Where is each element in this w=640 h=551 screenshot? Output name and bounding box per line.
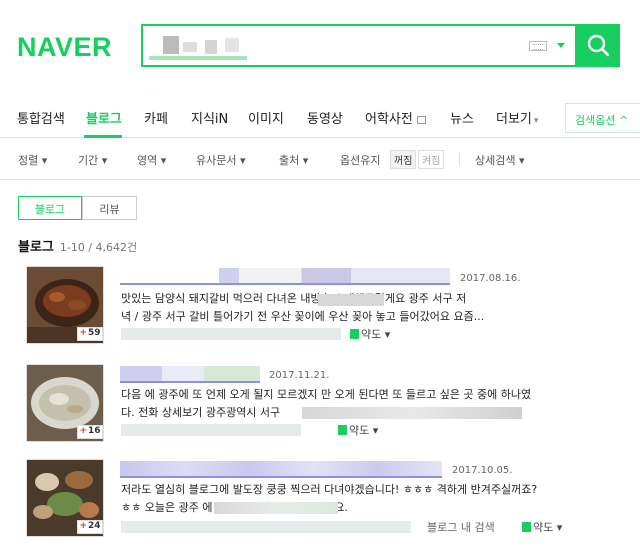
map-link[interactable]: 약도 ▾	[338, 422, 378, 438]
tab-more-label: 더보기	[496, 112, 532, 127]
blurred-text	[318, 294, 384, 306]
post-date: 2017.10.05.	[452, 465, 513, 476]
image-count: 24	[88, 521, 101, 531]
filter-period[interactable]: 기간 ▾	[78, 152, 107, 168]
map-label: 약도 ▾	[533, 521, 563, 534]
tab-more[interactable]: 더보기 ▾	[496, 108, 538, 127]
blurred-query-text	[183, 42, 197, 52]
filter-area[interactable]: 영역 ▾	[137, 152, 166, 168]
thumbnail[interactable]: +24	[26, 459, 104, 537]
divider	[459, 153, 460, 165]
post-date: 2017.08.16.	[460, 273, 521, 284]
header: NAVER	[0, 0, 640, 92]
results-count: 1-10 / 4,642건	[59, 241, 138, 254]
tab-dictionary[interactable]: 어학사전	[365, 108, 426, 127]
thumbnail[interactable]: +59	[26, 266, 104, 344]
blog-search-link[interactable]: 블로그 내 검색	[427, 519, 495, 535]
title-link-blurred[interactable]	[120, 366, 260, 382]
option-keep-on[interactable]: 켜짐	[418, 150, 445, 169]
snippet-line-1: 다음 에 광주에 또 언제 오게 될지 모르겠지 만 오게 된다면 또 들르고 …	[121, 388, 532, 401]
tab-integrated[interactable]: 통합검색	[17, 108, 65, 127]
snippet-line-2: ㅎㅎ 오늘은 광주 에 다녀온 이야기를 해볼까해요.	[121, 501, 348, 514]
blurred-query-text	[205, 40, 217, 54]
title-underline	[120, 381, 260, 383]
list-item: +24 2017.10.05. 저라도 열심히 블로그에 발도장 쿵쿵 찍으러 …	[0, 459, 640, 543]
image-count-badge: +59	[77, 327, 103, 341]
title-link-blurred[interactable]	[120, 268, 450, 284]
filter-source[interactable]: 출처 ▾	[279, 152, 308, 168]
map-icon	[522, 522, 531, 532]
image-count: 16	[88, 426, 101, 436]
naver-logo[interactable]: NAVER	[17, 32, 112, 63]
tab-news[interactable]: 뉴스	[450, 108, 474, 127]
active-tab-indicator	[84, 135, 122, 138]
thumbnail[interactable]: +16	[26, 364, 104, 442]
search-options-button[interactable]: 검색옵션 ^	[565, 103, 640, 133]
image-count-badge: +16	[77, 425, 103, 439]
blurred-text	[214, 502, 338, 514]
results-header: 블로그 1-10 / 4,642건	[18, 236, 137, 255]
image-count-badge: +24	[77, 520, 103, 534]
snippet-line-1: 저라도 열심히 블로그에 발도장 쿵쿵 찍으러 다녀야겠습니다! ㅎㅎㅎ 격하게…	[121, 483, 538, 496]
chevron-down-icon: ▾	[533, 116, 539, 126]
tab-video[interactable]: 동영상	[307, 108, 343, 127]
blurred-meta	[121, 328, 341, 340]
post-date: 2017.11.21.	[269, 370, 330, 381]
external-icon	[416, 115, 426, 124]
chevron-down-icon[interactable]	[557, 43, 565, 48]
blurred-meta	[121, 424, 301, 436]
map-icon	[350, 329, 359, 339]
blurred-query-text	[225, 38, 239, 52]
filter-detail[interactable]: 상세검색 ▾	[475, 152, 525, 168]
tab-cafe[interactable]: 카페	[144, 108, 168, 127]
results-title: 블로그	[18, 240, 54, 255]
list-item: +16 2017.11.21. 다음 에 광주에 또 언제 오게 될지 모르겠지…	[0, 364, 640, 444]
image-count: 59	[88, 328, 101, 338]
map-link[interactable]: 약도 ▾	[522, 519, 562, 535]
snippet-line-2: 녁 / 광주 서구 갈비 틀어가기 전 우산 꽂이에 우산 꽂아 놓고 들어갔어…	[121, 310, 485, 323]
map-link[interactable]: 약도 ▾	[350, 326, 390, 342]
tab-kin[interactable]: 지식iN	[191, 108, 228, 127]
filter-bar: 정렬 ▾ 기간 ▾ 영역 ▾ 유사문서 ▾ 출처 ▾ 옵션유지 꺼짐 켜짐 상세…	[0, 139, 640, 180]
title-underline	[120, 476, 442, 478]
title-link-blurred[interactable]	[120, 461, 442, 477]
blurred-text	[302, 407, 522, 419]
title-underline	[120, 283, 450, 285]
query-highlight	[149, 56, 247, 60]
tab-blog[interactable]: 블로그	[86, 108, 122, 127]
search-button[interactable]	[577, 24, 620, 67]
blurred-query-text	[163, 36, 179, 54]
map-icon	[338, 425, 347, 435]
filter-sort[interactable]: 정렬 ▾	[18, 152, 47, 168]
subtab-review[interactable]: 리뷰	[82, 196, 137, 220]
keyboard-icon[interactable]	[529, 41, 547, 51]
blurred-meta	[121, 521, 411, 533]
tab-image[interactable]: 이미지	[248, 108, 284, 127]
map-label: 약도 ▾	[361, 328, 391, 341]
filter-option-keep-label: 옵션유지	[340, 154, 381, 167]
search-icon	[587, 34, 610, 57]
option-keep-off[interactable]: 꺼짐	[390, 150, 417, 169]
filter-similar[interactable]: 유사문서 ▾	[196, 152, 246, 168]
list-item: +59 2017.08.16. 맛있는 담양식 돼지갈비 먹으러 다녀온 내방촌…	[0, 266, 640, 350]
search-tabs: 통합검색 블로그 카페 지식iN 이미지 동영상 어학사전 뉴스 더보기 ▾	[0, 100, 640, 138]
tab-dictionary-label: 어학사전	[365, 112, 413, 127]
subtab-blog[interactable]: 블로그	[18, 196, 82, 220]
search-box[interactable]	[141, 24, 577, 67]
map-label: 약도 ▾	[349, 424, 379, 437]
